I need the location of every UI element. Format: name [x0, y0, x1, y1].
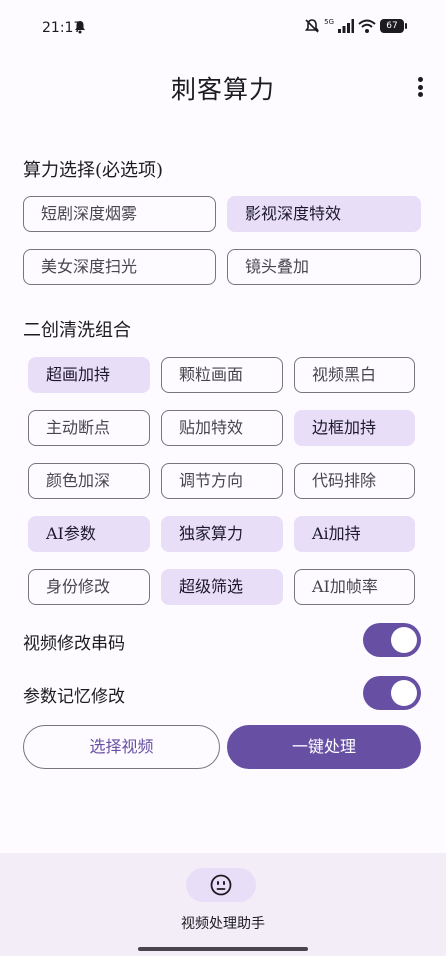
battery-icon: 67 [380, 19, 407, 33]
power-option-chip[interactable]: 美女深度扫光 [23, 249, 216, 285]
combo-option-chip[interactable]: 独家算力 [161, 516, 283, 552]
status-icons: 5G 67 [304, 18, 407, 34]
power-option-chip[interactable]: 影视深度特效 [227, 196, 421, 232]
switch-label-memory: 参数记忆修改 [23, 687, 125, 707]
toggle-thumb [391, 627, 417, 653]
combo-option-chip[interactable]: AI加帧率 [294, 569, 415, 605]
power-option-chip[interactable]: 短剧深度烟雾 [23, 196, 216, 232]
switch-label-serial: 视频修改串码 [23, 634, 125, 654]
combo-option-chip[interactable]: 颗粒画面 [161, 357, 283, 393]
combo-option-chip[interactable]: 超画加持 [28, 357, 150, 393]
serial-code-toggle[interactable] [363, 623, 421, 657]
smiley-face-icon [210, 874, 232, 896]
process-button[interactable]: 一键处理 [227, 725, 421, 769]
combo-option-chip[interactable]: 代码排除 [294, 463, 415, 499]
notification-icon [75, 21, 85, 34]
combo-option-chip[interactable]: AI参数 [28, 516, 150, 552]
nav-label: 视频处理助手 [181, 916, 265, 932]
combo-option-chip[interactable]: 超级筛选 [161, 569, 283, 605]
wifi-icon [358, 19, 376, 33]
combo-section-title: 二创清洗组合 [23, 320, 131, 341]
combo-option-chip[interactable]: 视频黑白 [294, 357, 415, 393]
signal-icon [338, 19, 354, 33]
power-option-chip[interactable]: 镜头叠加 [227, 249, 421, 285]
network-type: 5G [324, 18, 334, 26]
combo-option-chip[interactable]: 颜色加深 [28, 463, 150, 499]
select-video-button[interactable]: 选择视频 [23, 725, 220, 769]
power-section-title: 算力选择(必选项) [23, 160, 164, 181]
app-screen: 21:17 5G 67 刺客算力 算力选择(必选项) 短剧深度烟雾 影视深度特效… [0, 0, 446, 956]
status-bar: 21:17 5G 67 [0, 0, 446, 56]
combo-option-chip[interactable]: 边框加持 [294, 410, 415, 446]
combo-option-chip[interactable]: Ai加持 [294, 516, 415, 552]
combo-option-chip[interactable]: 主动断点 [28, 410, 150, 446]
combo-option-chip[interactable]: 贴加特效 [161, 410, 283, 446]
more-vert-icon[interactable] [412, 74, 428, 100]
toggle-thumb [391, 680, 417, 706]
param-memory-toggle[interactable] [363, 676, 421, 710]
nav-item-video-assistant[interactable] [186, 868, 256, 902]
app-title: 刺客算力 [170, 75, 275, 104]
bottom-navigation: 视频处理助手 [0, 853, 446, 956]
combo-option-chip[interactable]: 身份修改 [28, 569, 150, 605]
home-indicator[interactable] [138, 947, 308, 951]
mute-bell-icon [305, 19, 320, 33]
combo-option-chip[interactable]: 调节方向 [161, 463, 283, 499]
